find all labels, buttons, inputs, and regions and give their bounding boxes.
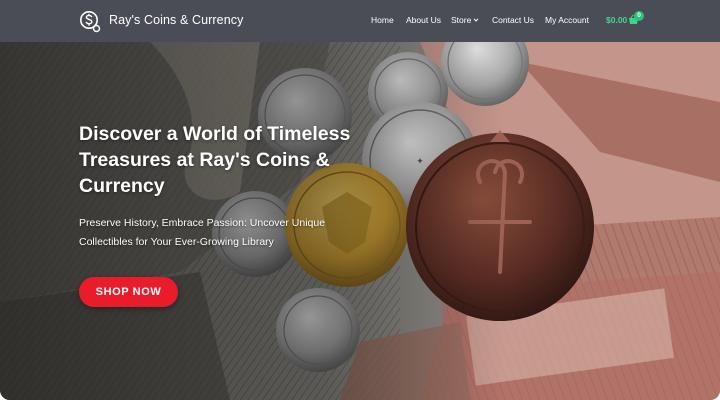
page: Ray's Coins & Currency Home About Us Sto…: [0, 0, 720, 400]
cart-count-badge[interactable]: 0: [634, 11, 644, 21]
brand-name[interactable]: Ray's Coins & Currency: [109, 13, 244, 27]
chevron-down-icon[interactable]: [473, 17, 479, 23]
nav-item-store[interactable]: Store: [451, 15, 471, 25]
nav-item-my-account[interactable]: My Account: [545, 15, 589, 25]
hero-title: Discover a World of Timeless Treasures a…: [79, 123, 351, 197]
hero-banner: ✦ Discover a World of Timeless Treasures…: [0, 42, 720, 400]
hero-subtitle: Preserve History, Embrace Passion: Uncov…: [79, 217, 326, 248]
coin-dollar-icon[interactable]: [79, 10, 101, 33]
nav-item-about-us[interactable]: About Us: [406, 15, 441, 25]
nav-item-contact-us[interactable]: Contact Us: [492, 15, 534, 25]
shop-now-button[interactable]: SHOP NOW: [79, 277, 178, 307]
nav-item-home[interactable]: Home: [371, 15, 394, 25]
site-header: Ray's Coins & Currency Home About Us Sto…: [0, 0, 720, 42]
cart-amount[interactable]: $0.00: [606, 15, 627, 25]
